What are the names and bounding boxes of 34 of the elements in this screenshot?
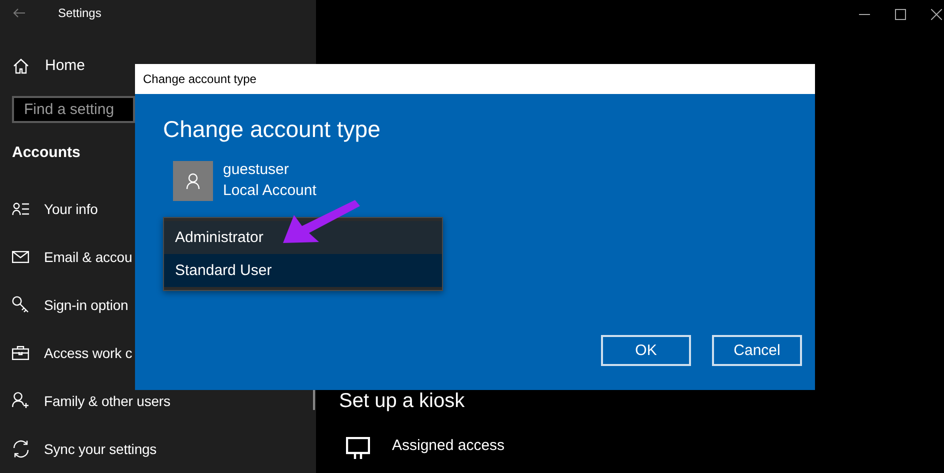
dropdown-option[interactable]: Administrator: [164, 221, 442, 254]
nav-item[interactable]: Family & other users: [0, 376, 170, 425]
account-name: guestuser: [223, 160, 290, 180]
dialog-title: Change account type: [135, 64, 815, 94]
person-add-icon: [12, 392, 30, 410]
section-title: Set up a kiosk: [339, 390, 466, 413]
section-heading: Accounts: [12, 144, 82, 161]
dialog-heading: Change account type: [163, 116, 382, 143]
monitor-icon: [346, 437, 370, 459]
dialog-button[interactable]: Cancel: [712, 335, 802, 366]
nav-item[interactable]: Access work c: [0, 328, 132, 377]
key-icon: [12, 296, 29, 314]
person-icon: [186, 173, 200, 189]
envelope-icon: [12, 250, 29, 263]
close-icon[interactable]: [931, 8, 942, 20]
nav-item[interactable]: Email & accou: [0, 232, 132, 281]
scrollbar-thumb[interactable]: [313, 390, 315, 410]
setting-link[interactable]: Assigned access: [392, 437, 505, 454]
dropdown-option[interactable]: Standard User: [164, 254, 442, 287]
nav-item[interactable]: Sync your settings: [0, 424, 157, 473]
search-field[interactable]: Find a setting: [12, 96, 135, 123]
sync-icon: [12, 440, 30, 458]
contact-card-icon: [12, 202, 30, 216]
nav-item[interactable]: Your info: [0, 184, 98, 233]
account-type: Local Account: [223, 181, 316, 201]
maximize-icon[interactable]: [895, 8, 906, 20]
home-icon: [13, 58, 29, 74]
dialog-button[interactable]: OK: [601, 335, 691, 366]
briefcase-icon: [12, 346, 29, 360]
home-link[interactable]: Home: [0, 54, 92, 78]
account-type-menu[interactable]: Administrator Standard User: [163, 217, 443, 291]
back-arrow-icon[interactable]: [13, 8, 25, 18]
nav-item[interactable]: Sign-in option: [0, 280, 128, 329]
window-title: Settings: [58, 6, 102, 20]
